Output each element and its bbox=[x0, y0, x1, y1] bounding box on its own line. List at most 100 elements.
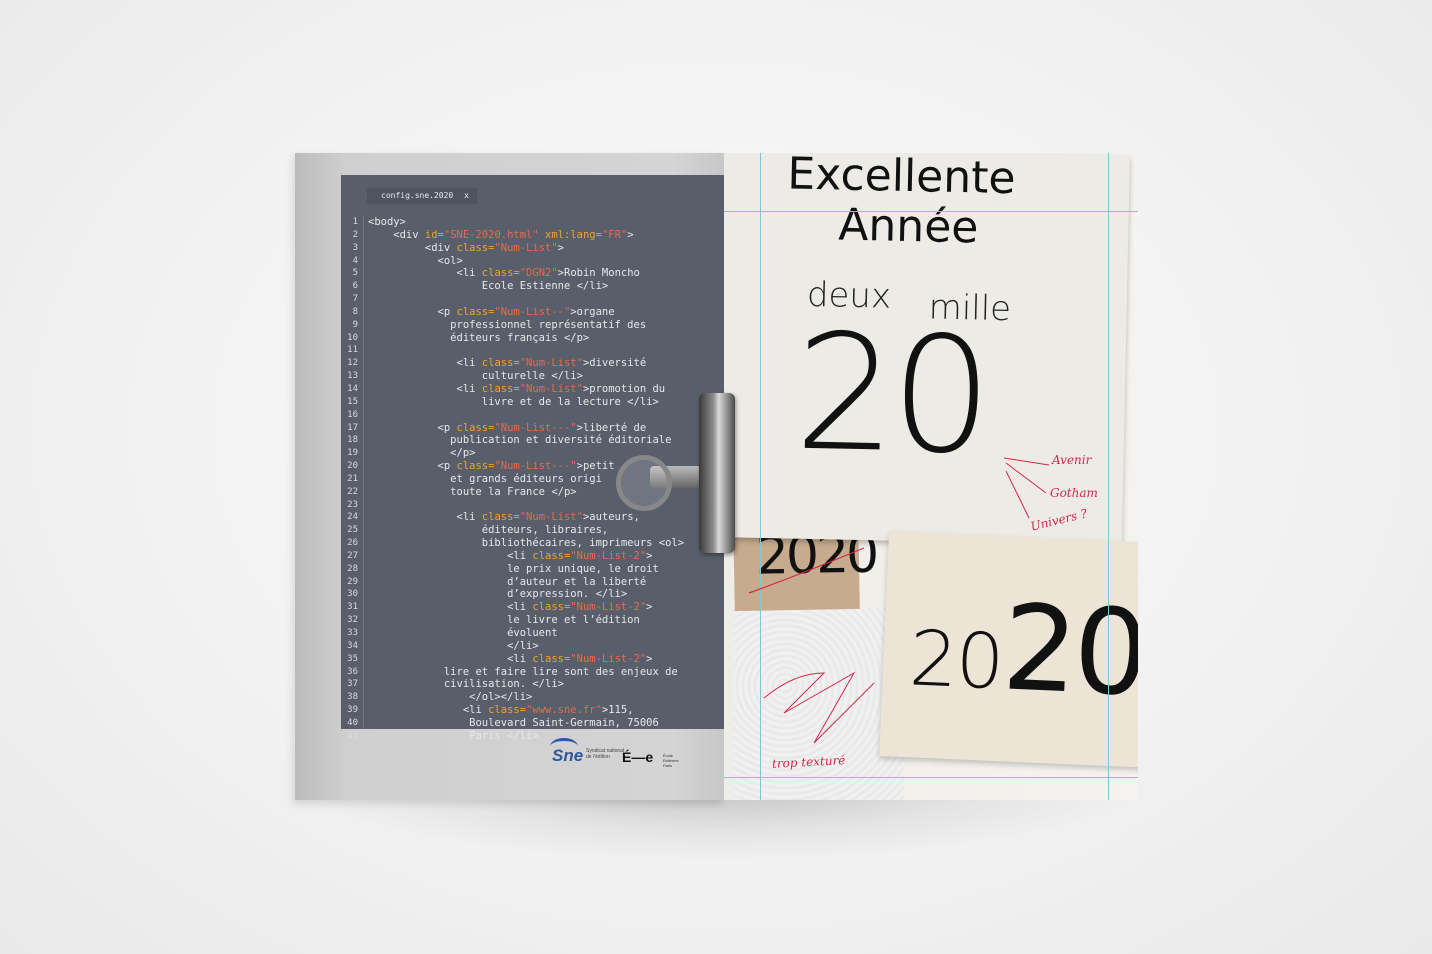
line-number: 40 bbox=[347, 717, 358, 728]
code-line: 5 <li class="DGN2">Robin Moncho bbox=[341, 267, 725, 280]
code-line: 6 Ecole Estienne </li> bbox=[341, 280, 725, 293]
code-line: 16 bbox=[341, 409, 725, 422]
brochure-front-cover: 2020 Excellente Année deux mille 20 2020… bbox=[724, 153, 1138, 800]
line-number: 25 bbox=[347, 525, 358, 536]
code-line: 11 bbox=[341, 344, 725, 357]
code-text: <p class="Num-List--">organe bbox=[368, 305, 615, 318]
code-text: <p class="Num-List---">petit bbox=[368, 460, 615, 473]
binder-clip bbox=[699, 393, 735, 553]
code-text: <li class="Num-List-2"> bbox=[368, 601, 653, 614]
line-number: 34 bbox=[347, 640, 358, 651]
code-line: 18 publication et diversité éditoriale bbox=[341, 434, 725, 447]
logo-strip: Sne Syndicat national de l'édition É—e É… bbox=[550, 738, 702, 788]
code-line: 19 </p> bbox=[341, 447, 725, 460]
code-line: 15 livre et de la lecture </li> bbox=[341, 396, 725, 409]
code-line: 10 éditeurs français </p> bbox=[341, 332, 725, 345]
code-line: 12 <li class="Num-List">diversité bbox=[341, 357, 725, 370]
line-number: 22 bbox=[347, 486, 358, 497]
code-text: professionnel représentatif des bbox=[368, 318, 647, 331]
code-line: 26 bibliothécaires, imprimeurs <ol> bbox=[341, 537, 725, 550]
line-number: 16 bbox=[347, 409, 358, 420]
code-text: d’auteur et la liberté bbox=[368, 575, 647, 588]
line-number: 39 bbox=[347, 705, 358, 716]
code-line: 3 <div class="Num-List"> bbox=[341, 242, 725, 255]
line-number: 17 bbox=[347, 422, 358, 433]
code-text: civilisation. </li> bbox=[368, 678, 564, 691]
code-line: 23 bbox=[341, 499, 725, 512]
code-text: <div id="SNE-2020.html" xml:lang="FR"> bbox=[368, 228, 634, 241]
line-number: 3 bbox=[352, 242, 358, 253]
line-number: 9 bbox=[352, 319, 358, 330]
code-line: 35 <li class="Num-List-2"> bbox=[341, 653, 725, 666]
line-number: 14 bbox=[347, 383, 358, 394]
code-text: livre et de la lecture </li> bbox=[368, 395, 659, 408]
line-number: 41 bbox=[347, 730, 358, 741]
code-line: 13 culturelle </li> bbox=[341, 370, 725, 383]
code-line: 34 </li> bbox=[341, 640, 725, 653]
code-line: 36 lire et faire lire sont des enjeux de bbox=[341, 666, 725, 679]
code-text: évoluent bbox=[368, 627, 558, 639]
code-line: 8 <p class="Num-List--">organe bbox=[341, 306, 725, 319]
tab-close-icon: x bbox=[464, 191, 469, 200]
editor-tab: config.sne.2020 x bbox=[367, 188, 477, 204]
estienne-logo-subtitle: École Estienne Paris bbox=[663, 753, 679, 768]
line-number: 2 bbox=[352, 229, 358, 240]
line-number: 29 bbox=[347, 576, 358, 587]
code-text: <li class="Num-List-2"> bbox=[368, 549, 653, 562]
line-number: 15 bbox=[347, 396, 358, 407]
code-line: 30 d’expression. </li> bbox=[341, 588, 725, 601]
code-text: <li class="Num-List">auteurs, bbox=[368, 511, 640, 524]
code-line: 17 <p class="Num-List---">liberté de bbox=[341, 422, 725, 435]
code-text: éditeurs, libraires, bbox=[368, 524, 609, 537]
code-text: <li class="www.sne.fr">115, bbox=[368, 704, 634, 717]
code-line: 25 éditeurs, libraires, bbox=[341, 524, 725, 537]
code-text: <li class="DGN2">Robin Moncho bbox=[368, 267, 640, 280]
code-line: 40 Boulevard Saint-Germain, 75006 bbox=[341, 717, 725, 730]
code-line: 24 <li class="Num-List">auteurs, bbox=[341, 511, 725, 524]
line-number: 23 bbox=[347, 499, 358, 510]
line-number: 35 bbox=[347, 653, 358, 664]
code-line: 29 d’auteur et la liberté bbox=[341, 576, 725, 589]
code-text: <p class="Num-List---">liberté de bbox=[368, 421, 647, 434]
line-number: 1 bbox=[352, 217, 358, 227]
code-line: 32 le livre et l’édition bbox=[341, 614, 725, 627]
line-number: 30 bbox=[347, 589, 358, 600]
sne-logo: Sne bbox=[552, 746, 584, 765]
code-text: d’expression. </li> bbox=[368, 588, 628, 601]
code-text: culturelle </li> bbox=[368, 370, 583, 383]
line-number: 18 bbox=[347, 435, 358, 446]
line-number: 28 bbox=[347, 563, 358, 574]
code-line: 27 <li class="Num-List-2"> bbox=[341, 550, 725, 563]
code-text: bibliothécaires, imprimeurs <ol> bbox=[368, 537, 685, 550]
code-text: </p> bbox=[368, 447, 476, 460]
code-text: </ol></li> bbox=[368, 691, 533, 704]
code-text: <li class="Num-List">diversité bbox=[368, 357, 647, 370]
code-line: 33 évoluent bbox=[341, 627, 725, 640]
code-text: <li class="Num-List-2"> bbox=[368, 652, 653, 665]
editor-tab-title: config.sne.2020 bbox=[381, 191, 454, 200]
code-line: 1 <body> bbox=[341, 216, 725, 229]
red-scribbles bbox=[748, 457, 1050, 744]
code-text: Boulevard Saint-Germain, 75006 bbox=[368, 716, 659, 729]
line-number: 19 bbox=[347, 448, 358, 459]
line-number: 24 bbox=[347, 512, 358, 523]
code-text: le prix unique, le droit bbox=[368, 562, 659, 575]
line-number: 32 bbox=[347, 615, 358, 626]
line-number: 31 bbox=[347, 602, 358, 613]
code-text: <li class="Num-List">promotion du bbox=[368, 382, 666, 395]
code-text: <ol> bbox=[368, 254, 463, 267]
line-number: 8 bbox=[352, 306, 358, 317]
sne-logo-subtitle: Syndicat national de l'édition bbox=[586, 748, 625, 760]
line-number: 36 bbox=[347, 666, 358, 677]
code-line: 37 civilisation. </li> bbox=[341, 678, 725, 691]
code-line: 39 <li class="www.sne.fr">115, bbox=[341, 704, 725, 717]
line-number: 5 bbox=[352, 268, 358, 279]
code-editor: config.sne.2020 x 1 <body> 2 <div id="SNE-… bbox=[341, 175, 725, 742]
code-text: le livre et l’édition bbox=[368, 614, 640, 627]
code-line: 38 </ol></li> bbox=[341, 691, 725, 704]
code-line: 2 <div id="SNE-2020.html" xml:lang="FR"> bbox=[341, 229, 725, 242]
line-number: 6 bbox=[352, 281, 358, 292]
code-text: <div class="Num-List"> bbox=[368, 241, 564, 254]
code-text: et grands éditeurs origi bbox=[368, 472, 602, 485]
line-number: 13 bbox=[347, 371, 358, 382]
